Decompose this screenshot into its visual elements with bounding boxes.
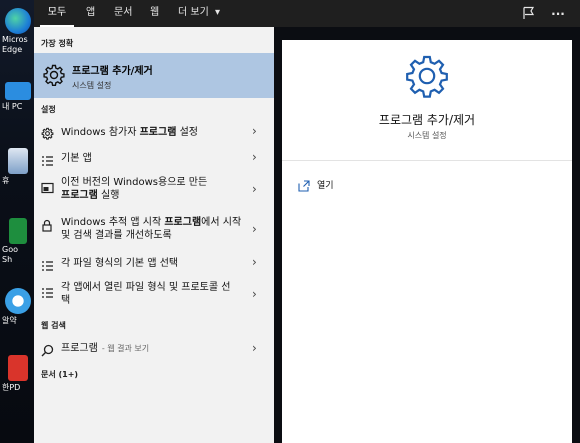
label-text: Windows 추적 앱 시작 [61,217,165,228]
documents-header[interactable]: 문서 (1+) [41,369,78,380]
label-text: 각 앱에서 열린 파일 형식 및 프로토콜 선택 [61,282,231,306]
desktop-icon-label: 알약 [2,316,17,325]
desktop-icon-label: Goo [2,245,18,254]
chevron-right-icon: › [252,287,257,301]
search-results-panel: 가장 정확 프로그램 추가/제거 시스템 설정 설정 Windows 참가자 프… [34,27,274,443]
preview-subtitle: 시스템 설정 [407,131,447,140]
list-icon [41,284,55,298]
settings-item-default-apps[interactable]: 기본 앱 › [34,146,274,170]
gear-icon [403,52,451,104]
desktop-icon-recycle-bin[interactable]: 휴 [2,148,34,186]
pdf-icon [8,355,28,381]
desktop-icon-label: Sh [2,255,13,264]
tab-all[interactable]: 모두 [40,0,74,27]
sheets-icon [9,218,27,244]
label-text: Windows 참가자 [61,127,140,138]
search-top-bar: 모두 앱 문서 웹 더 보기 ▾ ··· [34,0,580,27]
label-match: 프로그램 [139,127,177,138]
desktop-icon-edge[interactable]: Micros Edge [2,8,34,54]
chevron-right-icon: › [252,341,257,355]
open-button[interactable]: 열기 [317,178,334,191]
label-text: 이전 버전의 Windows용으로 만든 [61,177,208,188]
desktop-icon-google-sheets[interactable]: Goo Sh [2,218,34,264]
settings-item-insider-program[interactable]: Windows 참가자 프로그램 설정 › [34,120,274,144]
gear-icon [41,125,55,140]
tab-web[interactable]: 웹 [150,0,159,27]
settings-item-label: Windows 참가자 프로그램 설정 [61,126,251,139]
web-search-query: 프로그램 [61,343,98,354]
list-icon [41,257,55,271]
chevron-right-icon: › [252,124,257,138]
preview-panel: 프로그램 추가/제거 시스템 설정 열기 [282,40,572,443]
desktop-icon-label: 한PD [2,383,21,392]
desktop-icon-hanpdf[interactable]: 한PD [2,355,34,393]
tab-more-label: 더 보기 [178,7,209,18]
web-search-item[interactable]: 프로그램 - 웹 결과 보기 › [34,336,274,362]
divider [282,160,572,161]
label-match: 프로그램 [164,217,202,228]
desktop-icon-label: Micros [2,35,28,44]
desktop-strip: Micros Edge 내 PC 휴 Goo Sh 알약 한PD [0,0,34,443]
monitor-icon [5,82,31,100]
web-search-hint: - 웹 결과 보기 [101,344,150,353]
alyac-icon [5,288,31,314]
open-icon [298,177,310,192]
desktop-icon-this-pc[interactable]: 내 PC [2,78,34,112]
edge-icon [5,8,31,34]
tab-more[interactable]: 더 보기 ▾ [178,0,220,27]
settings-item-label: 각 앱에서 열린 파일 형식 및 프로토콜 선택 [61,281,231,307]
gear-icon [42,63,66,91]
label-match: 프로그램 [61,190,98,201]
label-text: 기본 앱 [61,153,92,164]
settings-item-compat-programs[interactable]: 이전 버전의 Windows용으로 만든프로그램 실행 › [34,173,274,205]
lock-icon [41,217,55,232]
chevron-right-icon: › [252,150,257,164]
settings-item-default-by-file-type[interactable]: 각 파일 형식의 기본 앱 선택 › [34,251,274,275]
settings-header: 설정 [41,105,56,114]
search-icon [41,342,55,357]
best-match-subtitle: 시스템 설정 [72,81,112,90]
desktop-icon-label: Edge [2,45,23,54]
settings-item-track-app-launches[interactable]: Windows 추적 앱 시작 프로그램에서 시작 및 검색 결과를 개선하도록… [34,212,274,246]
settings-item-label: 기본 앱 [61,152,251,165]
chevron-right-icon: › [252,182,257,196]
window-icon [41,179,55,194]
preview-title: 프로그램 추가/제거 [378,113,476,127]
chevron-right-icon: › [252,255,257,269]
desktop-icon-alyac[interactable]: 알약 [2,288,34,326]
web-search-header: 웹 검색 [41,321,66,330]
recycle-bin-icon [8,148,28,174]
chevron-right-icon: › [252,222,257,236]
tab-documents[interactable]: 문서 [114,0,132,27]
best-match-title: 프로그램 추가/제거 [72,66,153,77]
settings-item-label: Windows 추적 앱 시작 프로그램에서 시작 및 검색 결과를 개선하도록 [61,216,251,242]
list-icon [41,152,55,166]
settings-item-label: 이전 버전의 Windows용으로 만든프로그램 실행 [61,176,251,202]
label-text: 설정 [176,127,199,138]
label-text: 각 파일 형식의 기본 앱 선택 [61,258,179,269]
desktop-icon-label: 내 PC [2,102,23,111]
settings-item-file-types-by-app[interactable]: 각 앱에서 열린 파일 형식 및 프로토콜 선택 › [34,278,274,310]
feedback-icon[interactable] [520,6,536,22]
best-match-item[interactable]: 프로그램 추가/제거 시스템 설정 [34,53,274,98]
settings-item-label: 각 파일 형식의 기본 앱 선택 [61,257,251,270]
web-search-label: 프로그램 - 웹 결과 보기 [61,342,251,355]
tab-apps[interactable]: 앱 [86,0,95,27]
desktop-icon-label: 휴 [2,176,10,185]
chevron-down-icon: ▾ [214,7,220,18]
label-text: 실행 [97,190,120,201]
more-options-button[interactable]: ··· [550,6,566,22]
best-match-header: 가장 정확 [41,39,74,48]
